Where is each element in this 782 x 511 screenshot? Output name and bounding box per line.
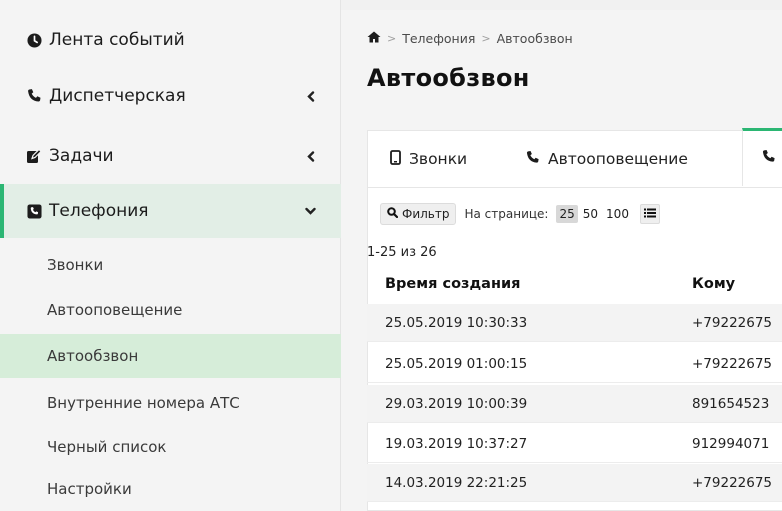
table-row[interactable]: 25.05.2019 01:00:15 +79222675 [367,345,782,383]
cell-created: 25.05.2019 10:30:33 [385,315,528,331]
sidebar-subitem-blacklist[interactable]: Черный список [0,425,341,469]
cell-to: +79222675 [692,475,773,491]
breadcrumb-separator: > [387,32,397,45]
cell-created: 29.03.2019 10:00:39 [385,396,528,412]
sidebar-item-label: Диспетчерская [49,86,186,106]
phone-icon [761,149,776,168]
tab-label: Звонки [409,150,468,168]
chevron-left-icon[interactable] [304,90,316,102]
phone-icon [525,150,540,169]
sidebar-subitem-label: Настройки [47,480,132,498]
table-row[interactable]: 14.03.2019 22:21:25 +79222675 [367,464,782,502]
mobile-icon [390,149,401,169]
breadcrumb-link-telephony[interactable]: Телефония [402,31,475,46]
tab-bar: Звонки Автооповещение [368,128,782,188]
per-page-options: 25 50 100 [556,205,631,223]
per-page-label: На странице: [464,207,549,221]
cell-to: 891654523 [692,396,770,412]
sidebar-item-label: Лента событий [49,30,185,50]
sidebar-item-label: Задачи [49,146,114,166]
clock-icon [26,32,42,48]
sidebar-subitem-settings[interactable]: Настройки [0,467,341,511]
sidebar: Лента событий Диспетчерская Задачи Телеф… [0,0,341,511]
home-icon[interactable] [367,31,381,46]
breadcrumb-separator: > [481,32,491,45]
per-page-option-25[interactable]: 25 [556,205,578,223]
sidebar-subitem-autodial[interactable]: Автообзвон [0,334,341,378]
chevron-left-icon[interactable] [304,150,316,162]
sidebar-subitem-label: Звонки [47,256,104,274]
cell-to: +79222675 [692,315,773,331]
table-row[interactable]: 19.03.2019 10:37:27 912994071 [367,425,782,463]
table-row[interactable]: 25.05.2019 10:30:33 +79222675 [367,304,782,342]
cell-to: 912994071 [692,436,770,452]
tab-label: Автооповещение [548,150,688,168]
cell-created: 14.03.2019 22:21:25 [385,475,528,491]
search-icon [387,207,399,221]
sidebar-item-dispatcher[interactable]: Диспетчерская [0,74,341,118]
breadcrumb-current: Автообзвон [496,31,573,46]
table-header: Время создания Кому [367,272,782,300]
chevron-down-icon[interactable] [304,205,316,217]
sidebar-item-events[interactable]: Лента событий [0,18,341,62]
breadcrumb: > Телефония > Автообзвон [367,31,573,46]
sidebar-subitem-label: Автообзвон [47,347,139,365]
phone-square-icon [26,203,42,219]
main-content: > Телефония > Автообзвон Автообзвон Звон… [341,0,782,511]
tab-autodial[interactable] [742,128,782,186]
sidebar-subitem-extensions[interactable]: Внутренние номера АТС [0,381,341,425]
toolbar: Фильтр На странице: 25 50 100 [380,203,660,225]
cell-created: 19.03.2019 10:37:27 [385,436,528,452]
list-icon [643,207,656,221]
sidebar-subitem-label: Внутренние номера АТС [47,394,240,412]
filter-label: Фильтр [402,207,450,221]
cell-created: 25.05.2019 01:00:15 [385,356,528,372]
pagination-range: 1-25 из 26 [367,245,437,260]
sidebar-subitem-label: Автооповещение [47,301,183,319]
phone-icon [26,88,42,104]
table-row[interactable]: 29.03.2019 10:00:39 891654523 [367,385,782,423]
sidebar-subitem-autonotify[interactable]: Автооповещение [0,288,341,332]
tab-calls[interactable]: Звонки [390,131,467,187]
tab-autonotify[interactable]: Автооповещение [525,131,688,187]
cell-to: +79222675 [692,356,773,372]
per-page-option-100[interactable]: 100 [603,205,632,223]
filter-button[interactable]: Фильтр [380,203,457,225]
sidebar-item-telephony[interactable]: Телефония [0,184,341,238]
edit-icon [26,148,42,164]
sidebar-item-tasks[interactable]: Задачи [0,134,341,178]
sidebar-item-label: Телефония [49,201,149,221]
list-view-button[interactable] [639,204,660,224]
column-header-created[interactable]: Время создания [385,276,520,292]
sidebar-subitem-calls[interactable]: Звонки [0,243,341,287]
sidebar-subitem-label: Черный список [47,438,167,456]
topbar [341,0,782,10]
page-title: Автообзвон [367,64,530,92]
per-page-option-50[interactable]: 50 [580,205,601,223]
column-header-to[interactable]: Кому [692,276,735,292]
